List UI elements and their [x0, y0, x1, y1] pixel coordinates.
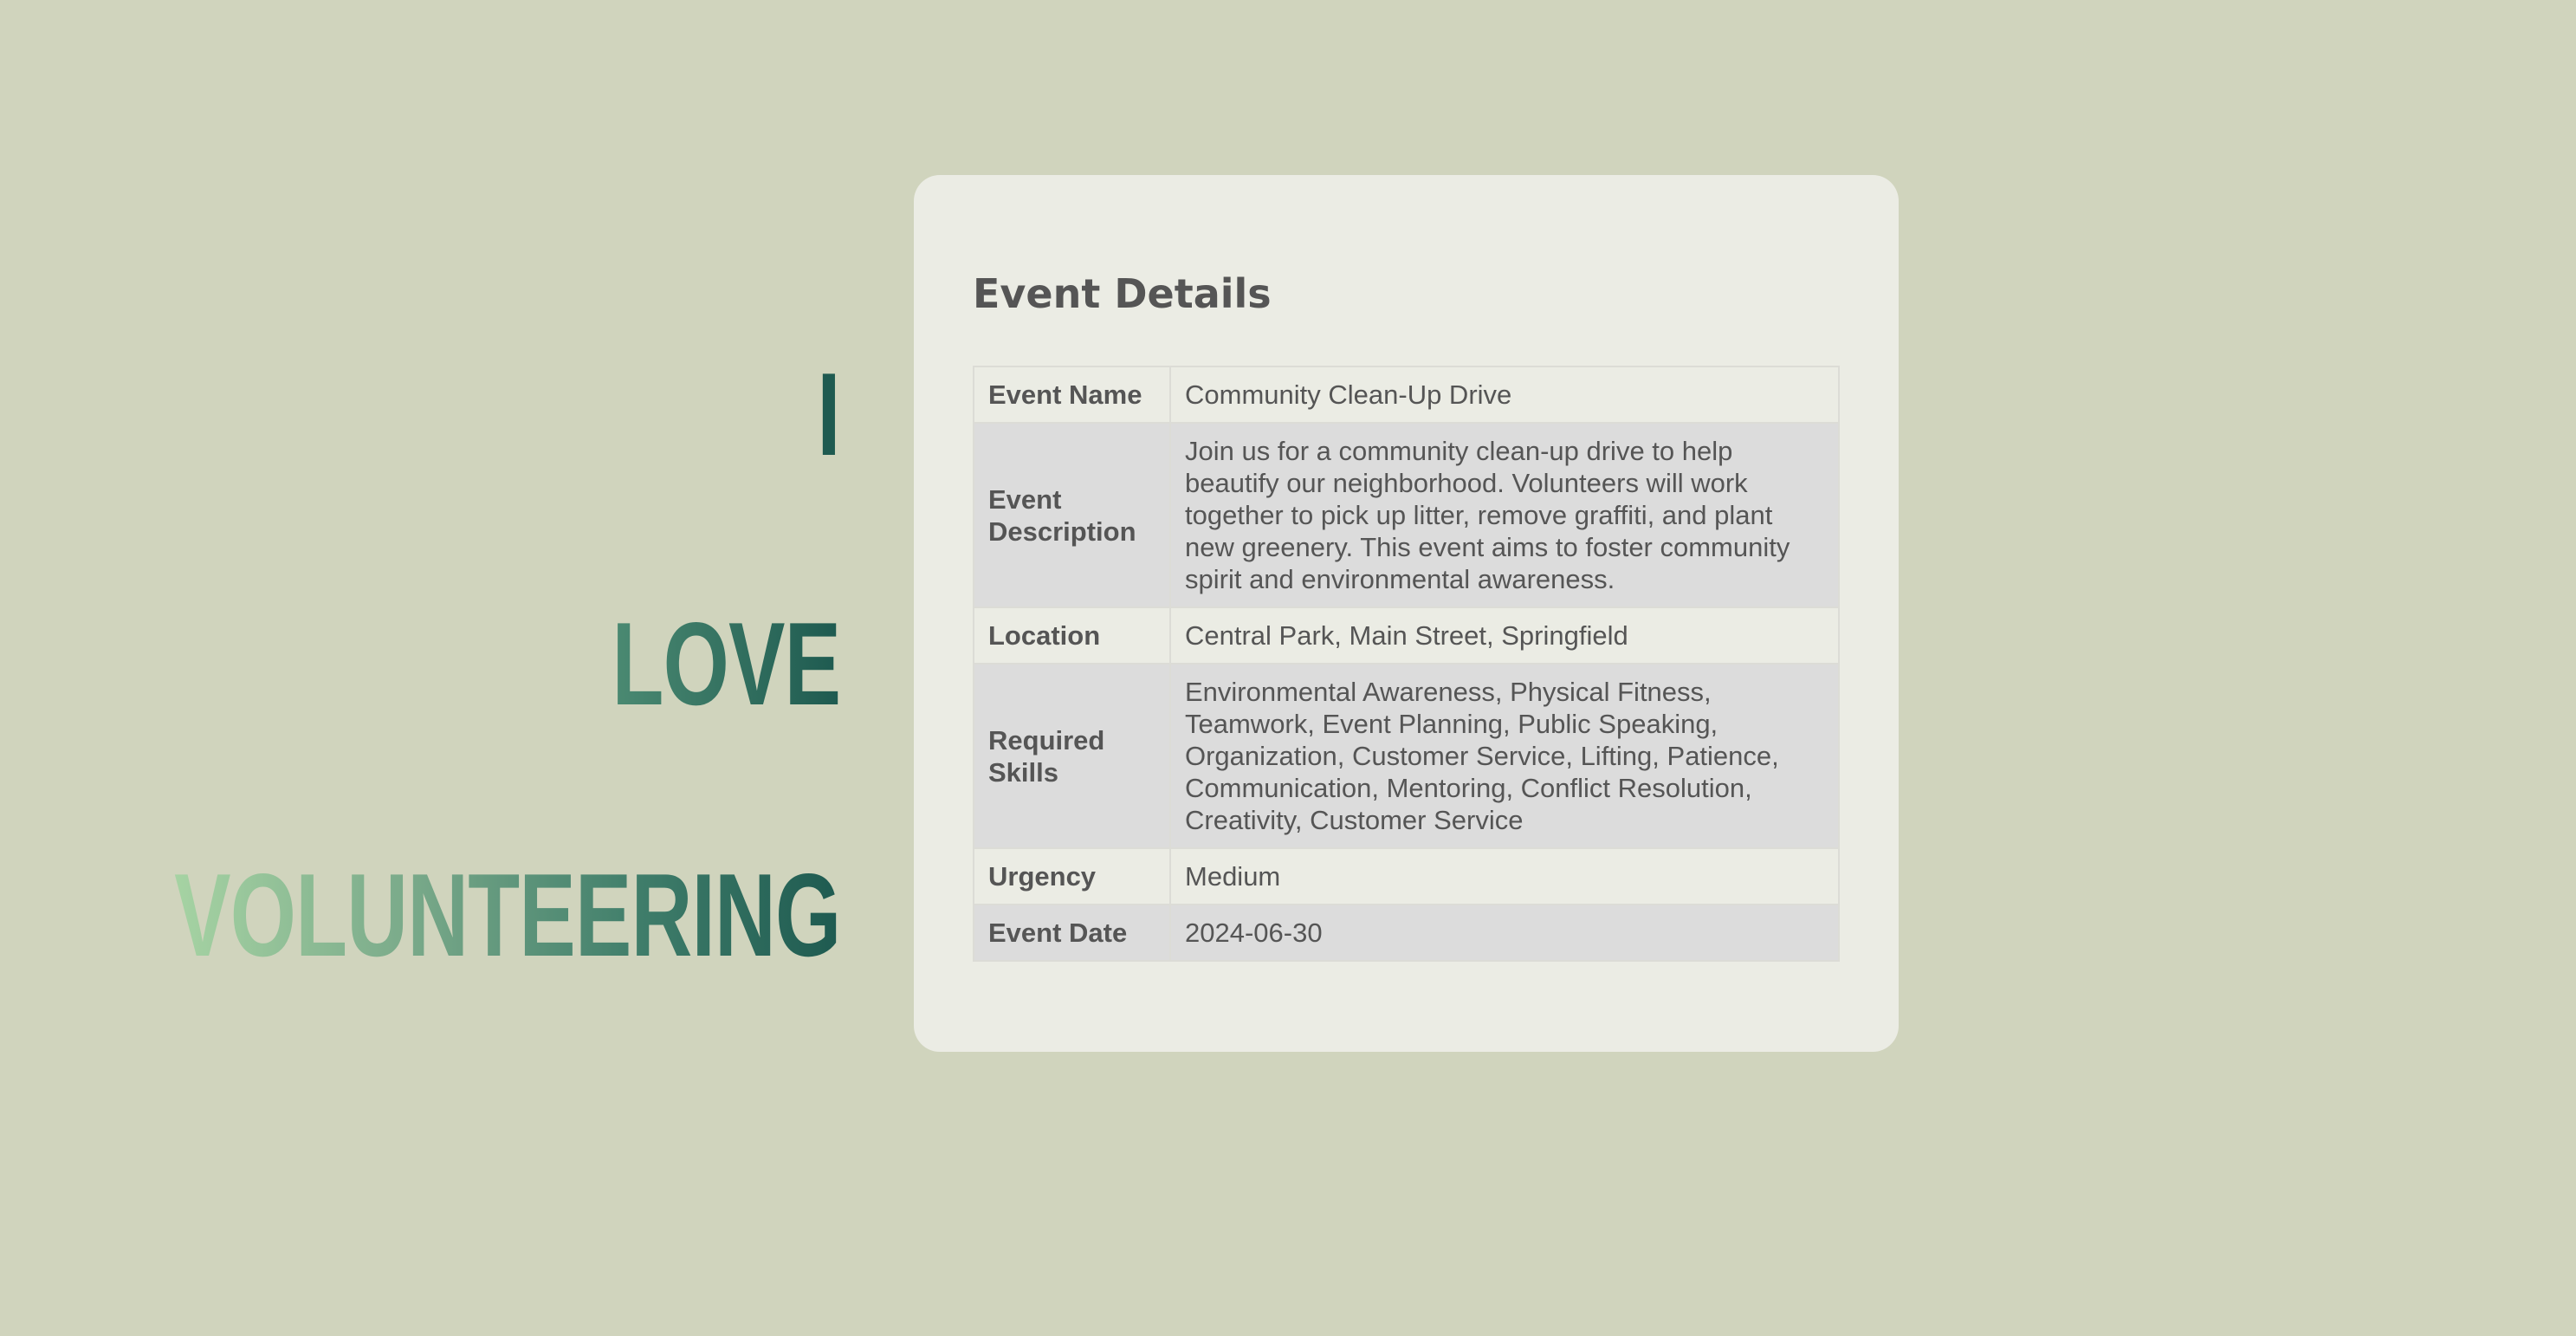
table-row-event-name: Event Name Community Clean-Up Drive — [973, 366, 1840, 424]
row-value: Community Clean-Up Drive — [1169, 366, 1840, 424]
row-value: 2024-06-30 — [1169, 904, 1840, 962]
slogan: I LOVE VOLUNTEERING — [0, 0, 841, 1336]
slogan-word-love: LOVE — [612, 598, 840, 730]
row-value: Environmental Awareness, Physical Fitnes… — [1169, 663, 1840, 849]
slogan-word-volunteering: VOLUNTEERING — [173, 849, 841, 981]
slogan-word-i: I — [817, 348, 841, 480]
card-title: Event Details — [973, 270, 1272, 317]
row-label: Event Description — [973, 422, 1171, 608]
event-details-table: Event Name Community Clean-Up Drive Even… — [973, 366, 1840, 962]
row-label: Required Skills — [973, 663, 1171, 849]
row-value: Central Park, Main Street, Springfield — [1169, 606, 1840, 665]
row-label: Event Date — [973, 904, 1171, 962]
table-row-event-date: Event Date 2024-06-30 — [973, 904, 1840, 962]
event-details-card: Event Details Event Name Community Clean… — [914, 175, 1899, 1052]
row-label: Location — [973, 606, 1171, 665]
row-label: Urgency — [973, 847, 1171, 905]
row-value: Medium — [1169, 847, 1840, 905]
table-row-event-description: Event Description Join us for a communit… — [973, 422, 1840, 608]
row-value: Join us for a community clean-up drive t… — [1169, 422, 1840, 608]
row-label: Event Name — [973, 366, 1171, 424]
table-row-required-skills: Required Skills Environmental Awareness,… — [973, 663, 1840, 849]
table-row-urgency: Urgency Medium — [973, 847, 1840, 905]
table-row-location: Location Central Park, Main Street, Spri… — [973, 606, 1840, 665]
